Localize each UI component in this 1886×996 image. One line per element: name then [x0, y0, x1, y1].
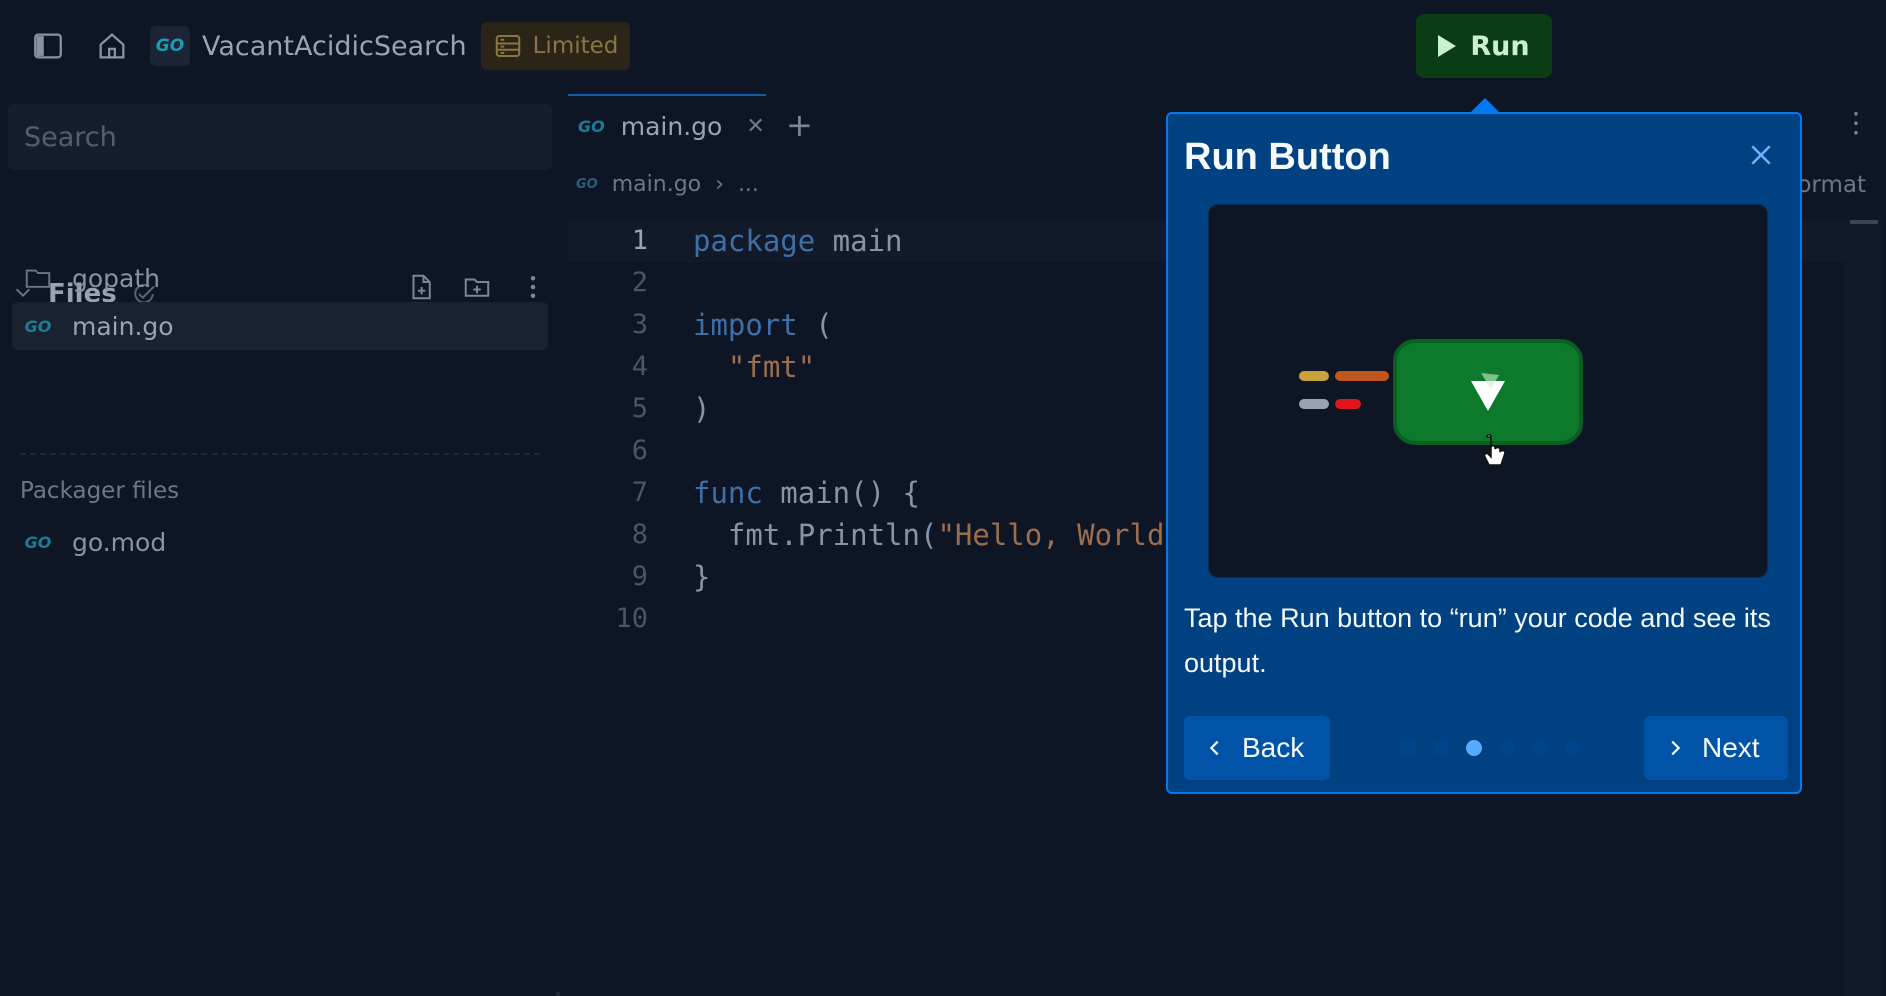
tree-item-go-mod[interactable]: GO go.mod: [12, 518, 548, 566]
popover-description: Tap the Run button to “run” your code an…: [1184, 603, 1771, 678]
breadcrumb-more[interactable]: ...: [738, 172, 759, 197]
chevron-left-icon: [1209, 740, 1219, 756]
line-number: 4: [631, 351, 648, 382]
step-dot[interactable]: [1565, 740, 1581, 756]
line-number: 1: [631, 225, 648, 256]
format-button[interactable]: ormat: [1797, 172, 1866, 198]
folder-icon: [22, 263, 54, 293]
step-dot-active[interactable]: [1466, 740, 1482, 756]
packager-files-label: Packager files: [20, 478, 180, 504]
go-file-icon: GO: [24, 532, 52, 552]
tab-label: main.go: [620, 111, 723, 141]
code-line: fmt.Println("Hello, World!: [693, 518, 1182, 552]
run-button[interactable]: Run: [1416, 14, 1552, 78]
sidebar-toggle-icon[interactable]: [30, 28, 66, 64]
code-line: func main() {: [693, 476, 920, 510]
code-line: package main: [693, 224, 903, 258]
step-dot[interactable]: [1433, 740, 1449, 756]
pane-resize-handle[interactable]: [556, 992, 560, 996]
top-bar: GO VacantAcidicSearch Limited: [0, 0, 1886, 92]
code-line: }: [693, 560, 711, 594]
tour-popover: Run Button Tap the Run button to “run” y…: [1166, 112, 1802, 794]
editor-scrollbar[interactable]: [1844, 220, 1882, 996]
repl-title[interactable]: VacantAcidicSearch: [202, 31, 467, 62]
go-file-icon: GO: [576, 177, 598, 192]
code-line: import (: [693, 308, 833, 342]
close-tab-icon[interactable]: ✕: [746, 114, 764, 139]
run-label: Run: [1470, 30, 1530, 62]
server-icon: [495, 35, 520, 57]
more-vertical-icon[interactable]: ⋮: [1842, 106, 1870, 139]
limited-label: Limited: [532, 33, 619, 59]
line-number: 8: [631, 519, 648, 550]
line-number: 9: [631, 561, 648, 592]
tree-item-label: gopath: [72, 263, 161, 293]
close-icon[interactable]: [1746, 140, 1776, 170]
play-icon: [1438, 35, 1457, 57]
popover-title: Run Button: [1184, 136, 1391, 178]
line-number: 2: [631, 267, 648, 298]
line-number: 3: [631, 309, 648, 340]
tree-item-label: main.go: [72, 311, 174, 341]
breadcrumb-file[interactable]: main.go: [612, 172, 701, 197]
file-sidebar: Files gopath GO main.go Packager files G…: [0, 92, 560, 996]
next-button[interactable]: Next: [1644, 716, 1788, 780]
go-file-icon: GO: [24, 316, 52, 336]
section-divider: [20, 453, 540, 455]
chevron-right-icon: ›: [715, 172, 724, 197]
step-dot[interactable]: [1499, 740, 1515, 756]
scrollbar-thumb[interactable]: [1850, 220, 1878, 224]
home-icon[interactable]: [94, 28, 130, 64]
breadcrumb: GO main.go › ...: [576, 172, 759, 197]
chevron-right-icon: [1671, 740, 1681, 756]
tab-main-go[interactable]: GO main.go ✕: [568, 94, 766, 156]
tree-item-gopath[interactable]: gopath: [12, 254, 548, 302]
line-number: 5: [631, 393, 648, 424]
go-language-icon: GO: [150, 26, 190, 66]
tree-item-main-go[interactable]: GO main.go: [12, 302, 548, 350]
code-content[interactable]: package main import ( "fmt" ) func main(…: [693, 220, 1182, 640]
search-input[interactable]: [8, 104, 552, 170]
line-number: 6: [631, 435, 648, 466]
popover-arrow: [1471, 98, 1499, 112]
line-number: 7: [631, 477, 648, 508]
step-indicator: [1400, 740, 1581, 756]
illustration-graphic: [1299, 339, 1583, 466]
limited-badge[interactable]: Limited: [480, 22, 631, 70]
line-number-gutter: 1 2 3 4 5 6 7 8 9 10: [568, 220, 648, 640]
tree-item-label: go.mod: [72, 527, 167, 557]
code-line: ): [693, 392, 711, 426]
back-button[interactable]: Back: [1184, 716, 1330, 780]
back-label: Back: [1242, 732, 1305, 763]
step-dot[interactable]: [1400, 740, 1416, 756]
add-tab-icon[interactable]: +: [786, 106, 813, 144]
code-line: "fmt": [727, 350, 816, 384]
run-button-illustration: [1208, 204, 1768, 578]
line-number: 10: [615, 603, 648, 634]
go-file-icon: GO: [578, 116, 605, 136]
next-label: Next: [1702, 732, 1760, 763]
step-dot[interactable]: [1532, 740, 1548, 756]
